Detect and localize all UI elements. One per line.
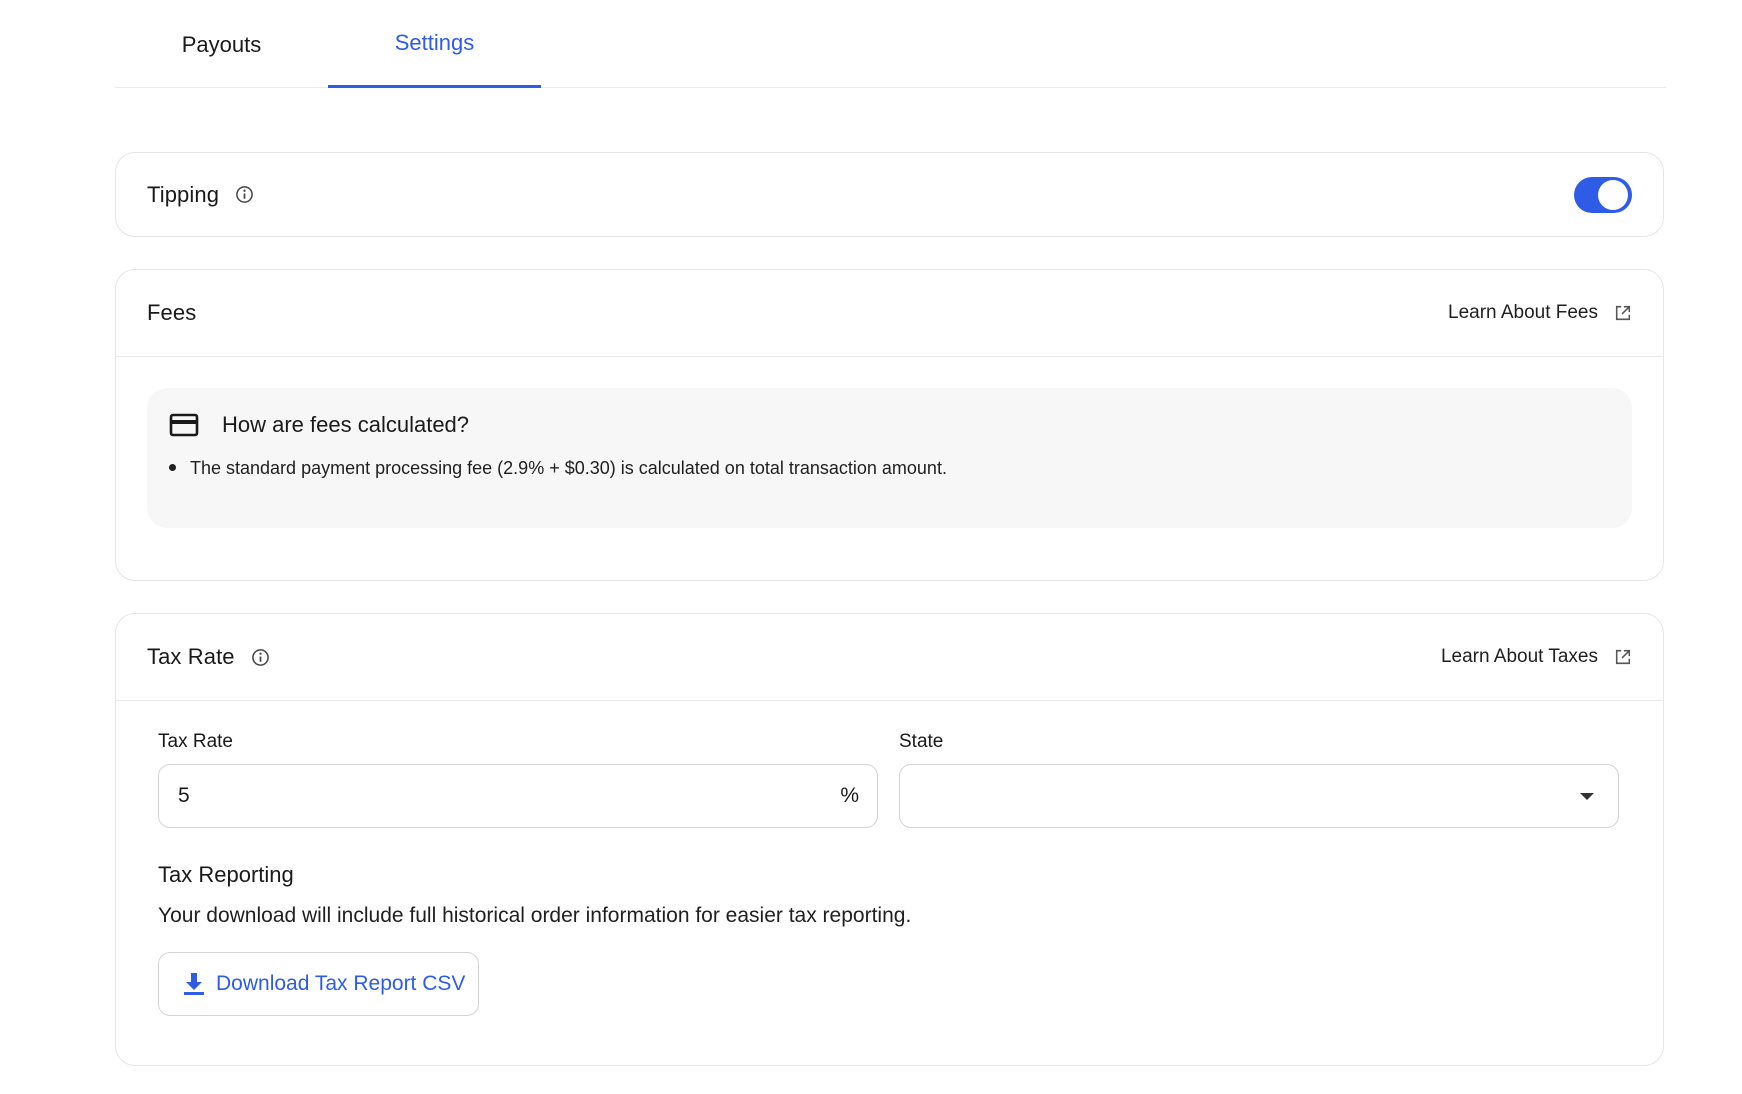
learn-about-fees-link[interactable]: Learn About Fees: [1448, 302, 1632, 324]
info-icon[interactable]: [235, 185, 254, 204]
fees-card: Fees Learn About Fees How are fees calcu…: [115, 269, 1664, 581]
state-select[interactable]: [899, 764, 1619, 828]
external-link-icon: [1615, 305, 1631, 321]
external-link-icon: [1615, 649, 1631, 665]
learn-about-fees-label: Learn About Fees: [1448, 302, 1598, 323]
fee-bullet-text: The standard payment processing fee (2.9…: [190, 458, 947, 478]
fees-header: Fees Learn About Fees: [116, 270, 1663, 357]
fees-info-head: How are fees calculated?: [169, 412, 1610, 438]
chevron-down-icon: [1580, 792, 1594, 800]
tax-rate-label: Tax Rate: [158, 731, 233, 752]
tab-settings[interactable]: Settings: [328, 1, 541, 88]
tipping-card: Tipping: [115, 152, 1664, 237]
tax-body: Tax Rate 5 % State Tax Reporting Your do…: [116, 701, 1663, 1016]
download-icon: [184, 973, 204, 995]
state-label: State: [899, 731, 944, 752]
state-field: State: [899, 731, 1619, 828]
tax-rate-field: Tax Rate 5 %: [158, 731, 878, 828]
tipping-title: Tipping: [147, 181, 220, 207]
tax-reporting-description: Your download will include full historic…: [158, 904, 912, 927]
tipping-toggle[interactable]: [1574, 176, 1632, 213]
percent-suffix: %: [840, 784, 859, 807]
fees-info-title: How are fees calculated?: [222, 412, 470, 437]
bullet-icon: [169, 464, 176, 471]
tax-rate-input[interactable]: 5 %: [158, 764, 878, 828]
download-tax-report-button[interactable]: Download Tax Report CSV: [158, 952, 479, 1016]
info-icon[interactable]: [251, 648, 270, 667]
tax-header: Tax Rate Learn About Taxes: [116, 614, 1663, 701]
credit-card-icon: [169, 413, 199, 437]
toggle-knob: [1598, 179, 1628, 210]
learn-about-taxes-label: Learn About Taxes: [1440, 646, 1598, 667]
fees-info-box: How are fees calculated? The standard pa…: [147, 388, 1632, 528]
tax-fields: Tax Rate 5 % State: [158, 731, 1621, 828]
tax-card: Tax Rate Learn About Taxes Tax Rate 5 %: [115, 613, 1664, 1066]
tab-payouts[interactable]: Payouts: [115, 1, 328, 88]
tax-reporting-title: Tax Reporting: [158, 862, 294, 887]
settings-page: Payouts Settings Tipping Fees Learn Abou…: [0, 0, 1742, 1094]
list-item: The standard payment processing fee (2.9…: [169, 458, 1610, 479]
tipping-header: Tipping: [116, 153, 1663, 236]
tab-bar: Payouts Settings: [115, 0, 1666, 88]
tax-title: Tax Rate: [147, 644, 235, 669]
download-button-label: Download Tax Report CSV: [216, 972, 466, 995]
fees-title: Fees: [147, 300, 197, 325]
tax-rate-value: 5: [178, 784, 190, 807]
learn-about-taxes-link[interactable]: Learn About Taxes: [1441, 646, 1632, 668]
